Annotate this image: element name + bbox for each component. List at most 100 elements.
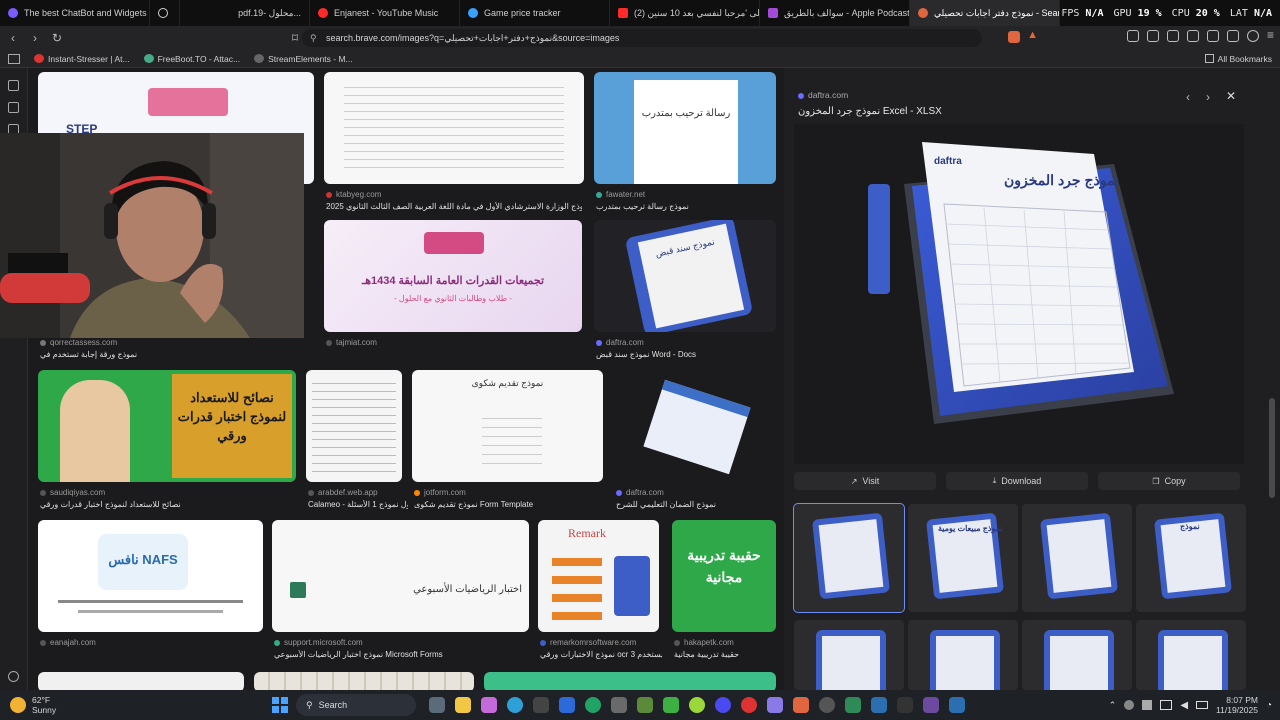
scrollbar-thumb[interactable] (1269, 398, 1275, 498)
address-bar[interactable]: ⚲ search.brave.com/images?q=نموذج+دفتر+ا… (302, 29, 1038, 47)
result-card[interactable]: نموذج سند قبض daftra.com نموذج سند قبض W… (594, 220, 776, 360)
chevron-up-icon[interactable]: ⌃ (1109, 700, 1117, 711)
app-icon[interactable] (845, 697, 861, 713)
extensions-icon[interactable] (1126, 30, 1139, 42)
app-icon[interactable] (741, 697, 757, 713)
copy-button[interactable]: ❐ Copy (1098, 472, 1240, 490)
page-scrollbar[interactable] (1264, 68, 1280, 690)
result-card[interactable]: حقيبة تدريبية مجانية hakapetk.com حقيبة … (672, 520, 776, 662)
result-card[interactable]: Remark remarkomrsoftware.com نموذج الاخت… (538, 520, 662, 662)
related-thumb[interactable] (794, 620, 904, 690)
result-card[interactable]: رسالة ترحيب بمتدرب fawater.net نموذج رسا… (594, 72, 776, 212)
app-icon[interactable] (923, 697, 939, 713)
preview-source[interactable]: daftra.com (798, 90, 848, 100)
tab-chatbot[interactable]: The best ChatBot and Widgets for Kick (0, 0, 150, 26)
battery-icon[interactable] (1196, 701, 1209, 709)
result-card[interactable]: arabdef.web.app Calameo - محلول نموذج 1 … (306, 370, 408, 512)
network-icon[interactable] (1160, 700, 1173, 710)
result-thumbnail[interactable] (306, 370, 402, 482)
result-card[interactable]: نموذج تقديم شكوى jotform.com نموذج تقديم… (412, 370, 604, 512)
result-thumbnail[interactable] (484, 672, 776, 690)
start-icon[interactable] (272, 697, 288, 713)
app-icon[interactable] (585, 697, 601, 713)
volume-icon[interactable]: ◀ (1180, 700, 1188, 711)
notification-icon[interactable]: ◔ (1266, 700, 1272, 711)
app-icon[interactable] (871, 697, 887, 713)
brave-taskbar-icon[interactable] (793, 697, 809, 713)
related-thumb[interactable] (1022, 620, 1132, 690)
tab-game-price[interactable]: Game price tracker (460, 0, 610, 26)
file-explorer-icon[interactable] (455, 697, 471, 713)
related-thumb[interactable] (793, 503, 905, 613)
previous-icon[interactable]: ‹ (1186, 90, 1190, 104)
tab-globe[interactable] (150, 0, 180, 26)
menu-icon[interactable]: ≡ (1267, 29, 1274, 42)
result-thumbnail[interactable]: نموذج تقديم شكوى (412, 370, 603, 482)
next-icon[interactable]: › (1206, 90, 1210, 104)
back-icon[interactable]: ‹ (4, 29, 22, 47)
music-icon[interactable] (1166, 30, 1179, 42)
result-thumbnail[interactable]: نافس NAFS (38, 520, 263, 632)
result-thumbnail[interactable] (614, 370, 776, 482)
tab-youtube-music[interactable]: Enjanest - YouTube Music (310, 0, 460, 26)
edge-icon[interactable] (507, 697, 523, 713)
related-thumb[interactable]: نموذج مبيعات يومية (908, 504, 1018, 612)
clock[interactable]: 8:07 PM 11/19/2025 (1216, 695, 1258, 715)
sidebar-toggle-icon[interactable] (1186, 30, 1199, 42)
all-bookmarks[interactable]: All Bookmarks (1204, 54, 1272, 64)
leo-ai-icon[interactable] (8, 80, 19, 91)
tray-icon[interactable] (1124, 700, 1135, 710)
store-icon[interactable] (533, 697, 549, 713)
result-thumbnail[interactable]: اختبار الرياضيات الأسبوعي (272, 520, 529, 632)
result-thumbnail[interactable]: نموذج سند قبض (594, 220, 776, 332)
tab-youtube[interactable]: (2) أكلي على 'مرحبا لنفسي بعد 10 سنين (610, 0, 760, 26)
result-thumbnail[interactable]: تجميعات القدرات العامة السابقة 1434هـ - … (324, 220, 582, 332)
bookmark-item[interactable]: Instant-Stresser | At... (34, 54, 130, 64)
settings-taskbar-icon[interactable] (819, 697, 835, 713)
outlook-icon[interactable] (559, 697, 575, 713)
result-thumbnail[interactable]: Remark (538, 520, 659, 632)
app-icon[interactable] (949, 697, 965, 713)
task-view-icon[interactable] (429, 697, 445, 713)
result-thumbnail[interactable] (254, 672, 474, 690)
preview-image[interactable]: daftra نموذج جرد المخزون (794, 124, 1244, 464)
tab-pdf[interactable]: pdf.محلول -19... (180, 0, 310, 26)
bookmark-item[interactable]: FreeBoot.TO - Attac... (143, 54, 240, 64)
app-icon[interactable] (637, 697, 653, 713)
settings-icon[interactable] (8, 671, 19, 682)
forward-icon[interactable]: › (26, 29, 44, 47)
wallet-icon[interactable] (1146, 30, 1159, 42)
tab-search-icon[interactable] (1206, 30, 1219, 42)
result-card[interactable]: نصائح للاستعداد لنموذج اختبار قدرات ورقي… (38, 370, 296, 512)
result-card[interactable]: اختبار الرياضيات الأسبوعي support.micros… (272, 520, 529, 662)
preview-title[interactable]: نموذج جرد المخزون Excel - XLSX (798, 106, 942, 117)
download-button[interactable]: ⤓ Download (946, 472, 1088, 490)
visit-button[interactable]: ↗ Visit (794, 472, 936, 490)
bookmark-item[interactable]: StreamElements - M... (254, 54, 353, 64)
result-card[interactable]: qorrectassess.com نموذج ورقة إجابة تستخد… (38, 338, 314, 360)
related-thumb[interactable]: نموذج (1136, 504, 1246, 612)
related-thumb[interactable] (1136, 620, 1246, 690)
profile-icon[interactable] (1246, 30, 1259, 42)
brave-rewards-icon[interactable]: ▲ (1027, 29, 1038, 41)
brave-shields-icon[interactable] (1008, 31, 1020, 43)
result-thumbnail[interactable]: رسالة ترحيب بمتدرب (594, 72, 776, 184)
related-thumb[interactable] (1022, 504, 1132, 612)
discord-icon[interactable] (767, 697, 783, 713)
app-icon[interactable] (611, 697, 627, 713)
bookmarks-panel-icon[interactable] (8, 102, 19, 113)
taskbar-search[interactable]: ⚲ Search (296, 694, 416, 716)
result-thumbnail[interactable] (38, 672, 244, 690)
result-card[interactable]: daftra.com نموذج الضمان التعليمي للشرح (614, 370, 776, 512)
tray-icon[interactable] (1142, 700, 1153, 710)
app-icon[interactable] (897, 697, 913, 713)
reload-icon[interactable]: ↻ (48, 29, 66, 47)
app-icon[interactable] (663, 697, 679, 713)
vpn-icon[interactable] (1226, 30, 1239, 42)
result-card[interactable]: ktabyeg.com نموذج الوزارة الاسترشادي الأ… (324, 72, 584, 212)
result-thumbnail[interactable] (324, 72, 584, 184)
app-icon[interactable] (715, 697, 731, 713)
apps-grid-icon[interactable] (8, 53, 20, 64)
tab-apple-podcasts[interactable]: سوالف بالطريق - Apple Podcasts (760, 0, 910, 26)
result-thumbnail[interactable]: حقيبة تدريبية مجانية (672, 520, 776, 632)
